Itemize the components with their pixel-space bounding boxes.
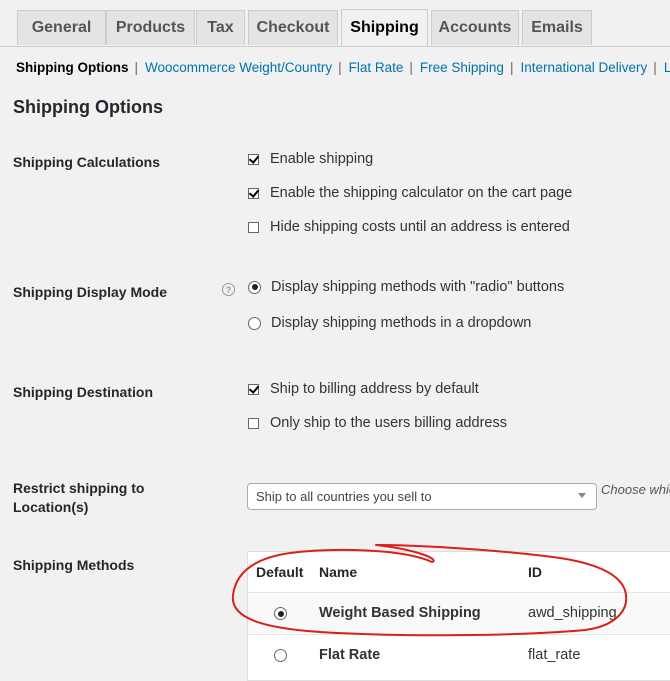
table-row[interactable]: Weight Based Shipping awd_shipping <box>248 592 670 635</box>
subnav-flat-rate[interactable]: Flat Rate <box>349 60 404 75</box>
only-billing-option[interactable]: Only ship to the users billing address <box>248 415 507 431</box>
shipping-subnav: Shipping Options | Woocommerce Weight/Coun… <box>16 60 670 75</box>
radio-buttons-option[interactable]: Display shipping methods with "radio" bu… <box>248 279 564 295</box>
option-label: Display shipping methods with "radio" bu… <box>271 279 565 295</box>
subnav-separator: | <box>409 60 413 75</box>
subnav-international-delivery[interactable]: International Delivery <box>520 60 647 75</box>
subnav-separator: | <box>509 60 514 75</box>
tab-general[interactable]: General <box>17 10 106 45</box>
option-label: Enable shipping <box>270 151 374 167</box>
cart-calculator-checkbox[interactable] <box>248 187 259 199</box>
subnav-separator: | <box>653 60 657 75</box>
enable-shipping-option[interactable]: Enable shipping <box>248 151 373 167</box>
tab-shipping[interactable]: Shipping <box>341 9 428 46</box>
calculations-label: Shipping Calculations <box>13 154 161 170</box>
option-label: Display shipping methods in a dropdown <box>271 315 532 331</box>
tab-accounts[interactable]: Accounts <box>431 10 519 45</box>
restrict-label: Restrict shipping to Location(s) <box>13 479 144 517</box>
subnav-separator: | <box>338 60 342 75</box>
default-method-radio[interactable] <box>274 607 287 620</box>
subnav-separator: | <box>134 60 138 75</box>
option-label: Ship to billing address by default <box>270 381 479 397</box>
column-header-name: Name <box>319 564 358 580</box>
method-id: flat_rate <box>528 647 581 663</box>
column-header-default: Default <box>256 564 304 580</box>
tab-emails[interactable]: Emails <box>522 10 592 45</box>
method-name: Flat Rate <box>319 647 381 663</box>
method-id: awd_shipping <box>528 605 617 621</box>
table-row[interactable]: Flat Rate flat_rate <box>248 634 670 677</box>
tab-checkout[interactable]: Checkout <box>248 10 338 45</box>
only-billing-checkbox[interactable] <box>248 417 259 429</box>
option-label: Hide shipping costs until an address is … <box>270 219 570 235</box>
hide-costs-option[interactable]: Hide shipping costs until an address is … <box>248 219 570 235</box>
chevron-down-icon <box>578 493 586 498</box>
radio-buttons-radio[interactable] <box>248 280 261 294</box>
subnav-free-shipping[interactable]: Free Shipping <box>420 60 504 75</box>
display-mode-label: Shipping Display Mode <box>13 284 168 300</box>
option-label: Enable the shipping calculator on the ca… <box>270 185 573 201</box>
methods-label: Shipping Methods <box>13 557 135 573</box>
column-header-id: ID <box>528 564 542 580</box>
option-label: Only ship to the users billing address <box>270 415 507 431</box>
settings-tabs: General Products Tax Checkout Shipping A… <box>0 0 670 47</box>
ship-billing-default-option[interactable]: Ship to billing address by default <box>248 381 479 397</box>
question-circle-icon[interactable]: ? <box>222 283 235 296</box>
method-name: Weight Based Shipping <box>319 605 481 621</box>
dropdown-option[interactable]: Display shipping methods in a dropdown <box>248 315 531 331</box>
enable-shipping-checkbox[interactable] <box>248 153 259 165</box>
ship-billing-default-checkbox[interactable] <box>248 383 259 395</box>
restrict-label-line2: Location(s) <box>13 499 89 515</box>
hide-costs-checkbox[interactable] <box>248 221 259 233</box>
default-method-radio[interactable] <box>274 649 287 662</box>
destination-label: Shipping Destination <box>13 384 153 400</box>
subnav-shipping-options[interactable]: Shipping Options <box>16 60 128 75</box>
restrict-label-line1: Restrict shipping to <box>13 480 145 496</box>
select-value: Ship to all countries you sell to <box>256 489 432 504</box>
dropdown-radio[interactable] <box>248 316 261 330</box>
restrict-description: Choose which <box>601 482 670 497</box>
tab-products[interactable]: Products <box>106 10 195 45</box>
restrict-location-select[interactable]: Ship to all countries you sell to <box>247 483 597 510</box>
tab-tax[interactable]: Tax <box>196 10 245 45</box>
subnav-local[interactable]: Lo <box>664 60 670 75</box>
subnav-weight-country[interactable]: Woocommerce Weight/Country <box>145 60 332 75</box>
cart-calculator-option[interactable]: Enable the shipping calculator on the ca… <box>248 185 572 201</box>
page-title: Shipping Options <box>13 97 163 117</box>
shipping-methods-table: Default Name ID Weight Based Shipping aw… <box>247 551 670 681</box>
